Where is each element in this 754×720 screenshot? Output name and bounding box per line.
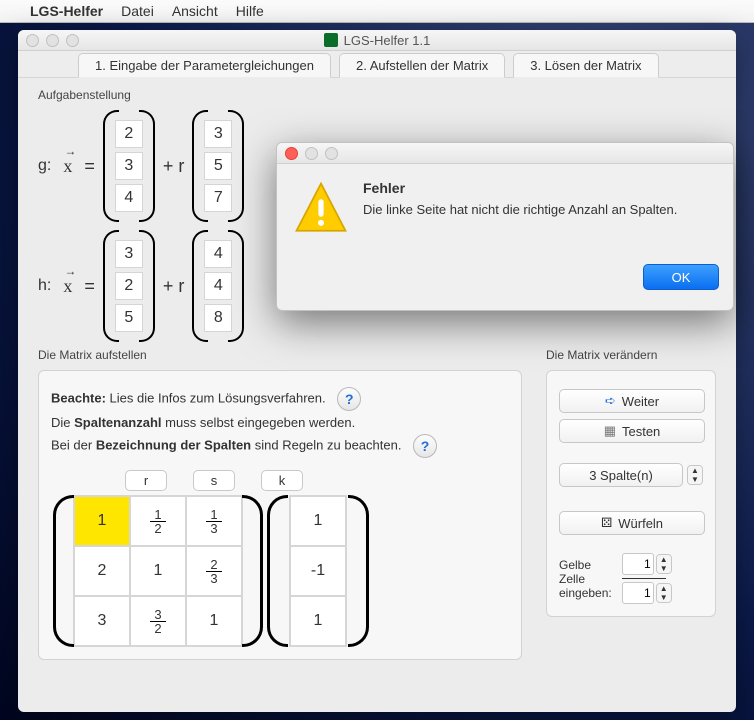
num-stepper[interactable]: ▲▼ bbox=[656, 554, 672, 574]
weiter-button[interactable]: ➪Weiter bbox=[559, 389, 705, 413]
mid-paren-icon bbox=[245, 495, 263, 647]
arrow-right-icon: ➪ bbox=[605, 393, 616, 409]
menu-app-name[interactable]: LGS-Helfer bbox=[30, 3, 103, 19]
matrix-cell[interactable]: -1 bbox=[290, 546, 346, 596]
main-window: LGS-Helfer 1.1 1. Eingabe der Parameterg… bbox=[18, 30, 736, 712]
matrix-cell[interactable]: 3 bbox=[74, 596, 130, 646]
equals: = bbox=[84, 156, 95, 177]
dialog-message: Die linke Seite hat nicht die richtige A… bbox=[363, 202, 677, 217]
dice-icon: ⚄ bbox=[601, 515, 612, 531]
h-param: + r bbox=[163, 276, 185, 297]
equals: = bbox=[84, 276, 95, 297]
rhs-right-paren-icon bbox=[351, 495, 369, 647]
grid-icon: ▦ bbox=[604, 423, 616, 439]
setup-note-3: Bei der Bezeichnung der Spalten sind Reg… bbox=[51, 434, 509, 458]
vector-x-icon: x bbox=[63, 276, 72, 297]
menu-hilfe[interactable]: Hilfe bbox=[236, 3, 264, 19]
help-spalten-button[interactable]: ? bbox=[413, 434, 437, 458]
tab-bar: 1. Eingabe der Parametergleichungen 2. A… bbox=[18, 51, 736, 78]
tab-aufstellen[interactable]: 2. Aufstellen der Matrix bbox=[339, 53, 505, 78]
setup-group: Beachte: Lies die Infos zum Lösungsverfa… bbox=[38, 370, 522, 660]
error-dialog: Fehler Die linke Seite hat nicht die ric… bbox=[276, 142, 734, 311]
matrix-cell[interactable]: 13 bbox=[186, 496, 242, 546]
modify-group: ➪Weiter ▦Testen 3 Spalte(n) ▲▼ ⚄Würfeln … bbox=[546, 370, 716, 617]
coefficient-matrix: 1121321233321 bbox=[73, 495, 243, 647]
menu-datei[interactable]: Datei bbox=[121, 3, 154, 19]
dialog-title: Fehler bbox=[363, 180, 677, 196]
yellow-numerator-input[interactable] bbox=[622, 553, 654, 575]
matrix-cell[interactable]: 2 bbox=[74, 546, 130, 596]
matrix-column-headers: r s k bbox=[125, 470, 509, 491]
chevron-up-icon[interactable]: ▲ bbox=[688, 466, 702, 475]
col-header-r[interactable]: r bbox=[125, 470, 167, 491]
dialog-zoom-icon bbox=[325, 147, 338, 160]
h-label: h: bbox=[38, 277, 51, 295]
window-titlebar: LGS-Helfer 1.1 bbox=[18, 30, 736, 51]
matrix-cell[interactable]: 1 bbox=[130, 546, 186, 596]
tab-eingabe[interactable]: 1. Eingabe der Parametergleichungen bbox=[78, 53, 331, 78]
g-label: g: bbox=[38, 157, 51, 175]
task-section-label: Aufgabenstellung bbox=[38, 88, 716, 102]
left-paren-icon bbox=[53, 495, 71, 647]
app-icon bbox=[324, 33, 338, 47]
yellow-cell-label: Gelbe Zelle eingeben: bbox=[559, 558, 612, 600]
zoom-icon[interactable] bbox=[66, 34, 79, 47]
matrix-display: 1121321233321 1-11 bbox=[51, 495, 509, 647]
g-direction-vector: 3 5 7 bbox=[192, 110, 244, 222]
window-title: LGS-Helfer 1.1 bbox=[344, 33, 431, 48]
setup-section-label: Die Matrix aufstellen bbox=[38, 348, 522, 362]
chevron-down-icon[interactable]: ▼ bbox=[688, 475, 702, 484]
yellow-denominator-input[interactable] bbox=[622, 582, 654, 604]
minimize-icon[interactable] bbox=[46, 34, 59, 47]
dialog-titlebar bbox=[277, 143, 733, 164]
spalten-stepper[interactable]: ▲▼ bbox=[687, 465, 703, 485]
tab-loesen[interactable]: 3. Lösen der Matrix bbox=[513, 53, 658, 78]
matrix-cell[interactable]: 1 bbox=[186, 596, 242, 646]
den-stepper[interactable]: ▲▼ bbox=[656, 583, 672, 603]
h-direction-vector: 4 4 8 bbox=[192, 230, 244, 342]
menu-ansicht[interactable]: Ansicht bbox=[172, 3, 218, 19]
vector-x-icon: x bbox=[63, 156, 72, 177]
help-verfahren-button[interactable]: ? bbox=[337, 387, 361, 411]
matrix-cell[interactable]: 1 bbox=[290, 496, 346, 546]
dialog-ok-button[interactable]: OK bbox=[643, 264, 719, 290]
matrix-cell[interactable]: 1 bbox=[290, 596, 346, 646]
wuerfeln-button[interactable]: ⚄Würfeln bbox=[559, 511, 705, 535]
dialog-minimize-icon bbox=[305, 147, 318, 160]
dialog-close-icon[interactable] bbox=[285, 147, 298, 160]
setup-note-1: Beachte: Lies die Infos zum Lösungsverfa… bbox=[51, 387, 509, 411]
rhs-vector: 1-11 bbox=[289, 495, 347, 647]
matrix-cell[interactable]: 1 bbox=[74, 496, 130, 546]
g-support-vector: 2 3 4 bbox=[103, 110, 155, 222]
spalten-select[interactable]: 3 Spalte(n) bbox=[559, 463, 683, 487]
g-param: + r bbox=[163, 156, 185, 177]
testen-button[interactable]: ▦Testen bbox=[559, 419, 705, 443]
close-icon[interactable] bbox=[26, 34, 39, 47]
window-controls[interactable] bbox=[26, 34, 79, 47]
col-header-k[interactable]: k bbox=[261, 470, 303, 491]
matrix-cell[interactable]: 12 bbox=[130, 496, 186, 546]
warning-icon bbox=[293, 180, 349, 236]
modify-section-label: Die Matrix verändern bbox=[546, 348, 716, 362]
matrix-cell[interactable]: 32 bbox=[130, 596, 186, 646]
rhs-left-paren-icon bbox=[267, 495, 285, 647]
matrix-cell[interactable]: 23 bbox=[186, 546, 242, 596]
system-menubar: LGS-Helfer Datei Ansicht Hilfe bbox=[0, 0, 754, 23]
setup-note-2: Die Spaltenanzahl muss selbst eingegeben… bbox=[51, 415, 509, 430]
col-header-s[interactable]: s bbox=[193, 470, 235, 491]
h-support-vector: 3 2 5 bbox=[103, 230, 155, 342]
